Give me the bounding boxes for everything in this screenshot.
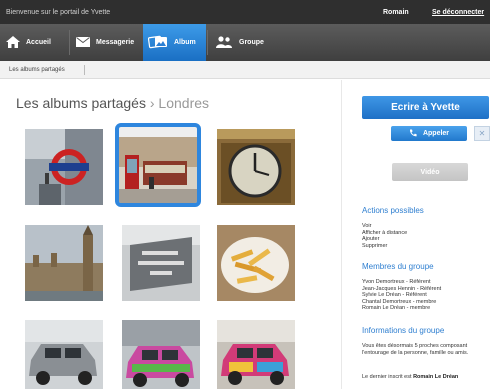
info-text: Vous êtes désormais 5 proches composant … [362, 343, 469, 356]
photo-thumbnail-painted-taxi[interactable] [122, 320, 200, 389]
nav-label-accueil: Accueil [26, 39, 51, 46]
page-title-main: Les albums partagés [16, 95, 146, 111]
write-message-button[interactable]: Ecrire à Yvette [362, 96, 489, 119]
current-user[interactable]: Romain [383, 9, 409, 16]
nav-item-album[interactable]: Album [143, 24, 206, 61]
photo-thumbnail-painted-taxi-2[interactable] [217, 320, 295, 389]
call-button-label: Appeler [422, 130, 450, 137]
photo-thumbnail-underground-sign[interactable] [25, 129, 103, 205]
breadcrumb-divider [84, 65, 85, 75]
nav-divider [69, 30, 70, 55]
last-member-name: Romain Le Dréan [413, 374, 459, 380]
breadcrumb-item[interactable]: Les albums partagés [9, 67, 65, 73]
nav-item-groupe[interactable]: Groupe [215, 24, 275, 61]
breadcrumb: Les albums partagés [0, 61, 490, 79]
sidebar-divider [341, 80, 342, 389]
top-bar: Bienvenue sur le portail de Yvette Romai… [0, 0, 490, 24]
actions-list: Voir Afficher à distance Ajouter Supprim… [362, 223, 407, 249]
envelope-icon [76, 36, 90, 49]
nav-label-groupe: Groupe [239, 39, 264, 46]
members-list: Yvon Demortreux - Référent Jean-Jacques … [362, 279, 441, 312]
nav-label-messagerie: Messagerie [96, 39, 135, 46]
nav-item-messagerie[interactable]: Messagerie [76, 24, 142, 61]
action-item-voir[interactable]: Voir [362, 223, 407, 230]
welcome-text: Bienvenue sur le portail de Yvette [6, 9, 111, 16]
last-member-prefix: Le dernier inscrit est [362, 374, 412, 380]
page-title-separator: › [149, 95, 155, 111]
nav-divider [207, 30, 208, 55]
member-item: Yvon Demortreux - Référent [362, 279, 431, 285]
photo-thumbnail-scotland-yard[interactable] [122, 225, 200, 301]
photo-thumbnail-fish-and-chips[interactable] [217, 225, 295, 301]
phone-icon [409, 129, 417, 139]
last-member-line: Le dernier inscrit est Romain Le Dréan [362, 374, 458, 380]
photo-album-icon [147, 35, 168, 51]
logout-link[interactable]: Se déconnecter [432, 9, 484, 16]
page-title-album: Londres [158, 95, 210, 111]
action-item-supprimer[interactable]: Supprimer [362, 243, 407, 250]
member-item: Jean-Jacques Hennin - Référent [362, 285, 442, 292]
nav-item-accueil[interactable]: Accueil [6, 24, 68, 61]
video-button[interactable]: Vidéo [392, 163, 468, 181]
member-item: Chantal Demortreux - membre [362, 298, 437, 305]
home-icon [6, 35, 20, 50]
action-item-ajouter[interactable]: Ajouter [362, 236, 407, 243]
action-item-afficher[interactable]: Afficher à distance [362, 230, 407, 237]
nav-label-album: Album [174, 39, 196, 46]
page-title: Les albums partagés › Londres [16, 95, 209, 111]
photo-thumbnail-big-ben-clock[interactable] [217, 129, 295, 205]
call-button[interactable]: Appeler [391, 126, 467, 141]
photo-thumbnail-london-taxi[interactable] [25, 320, 103, 389]
info-title: Informations du groupe [362, 326, 445, 335]
member-item: Sylvie Le Dréan - Référent [362, 292, 427, 299]
members-title: Membres du groupe [362, 262, 434, 271]
photo-thumbnail-parliament[interactable] [25, 225, 103, 301]
group-icon [215, 35, 233, 50]
main-nav: Accueil Messagerie Album Groupe [0, 24, 490, 61]
close-icon[interactable]: ✕ [474, 126, 490, 141]
photo-thumbnail-street-phone-box[interactable] [115, 123, 201, 207]
member-item: Romain Le Dréan - membre [362, 305, 431, 312]
actions-title: Actions possibles [362, 206, 424, 215]
